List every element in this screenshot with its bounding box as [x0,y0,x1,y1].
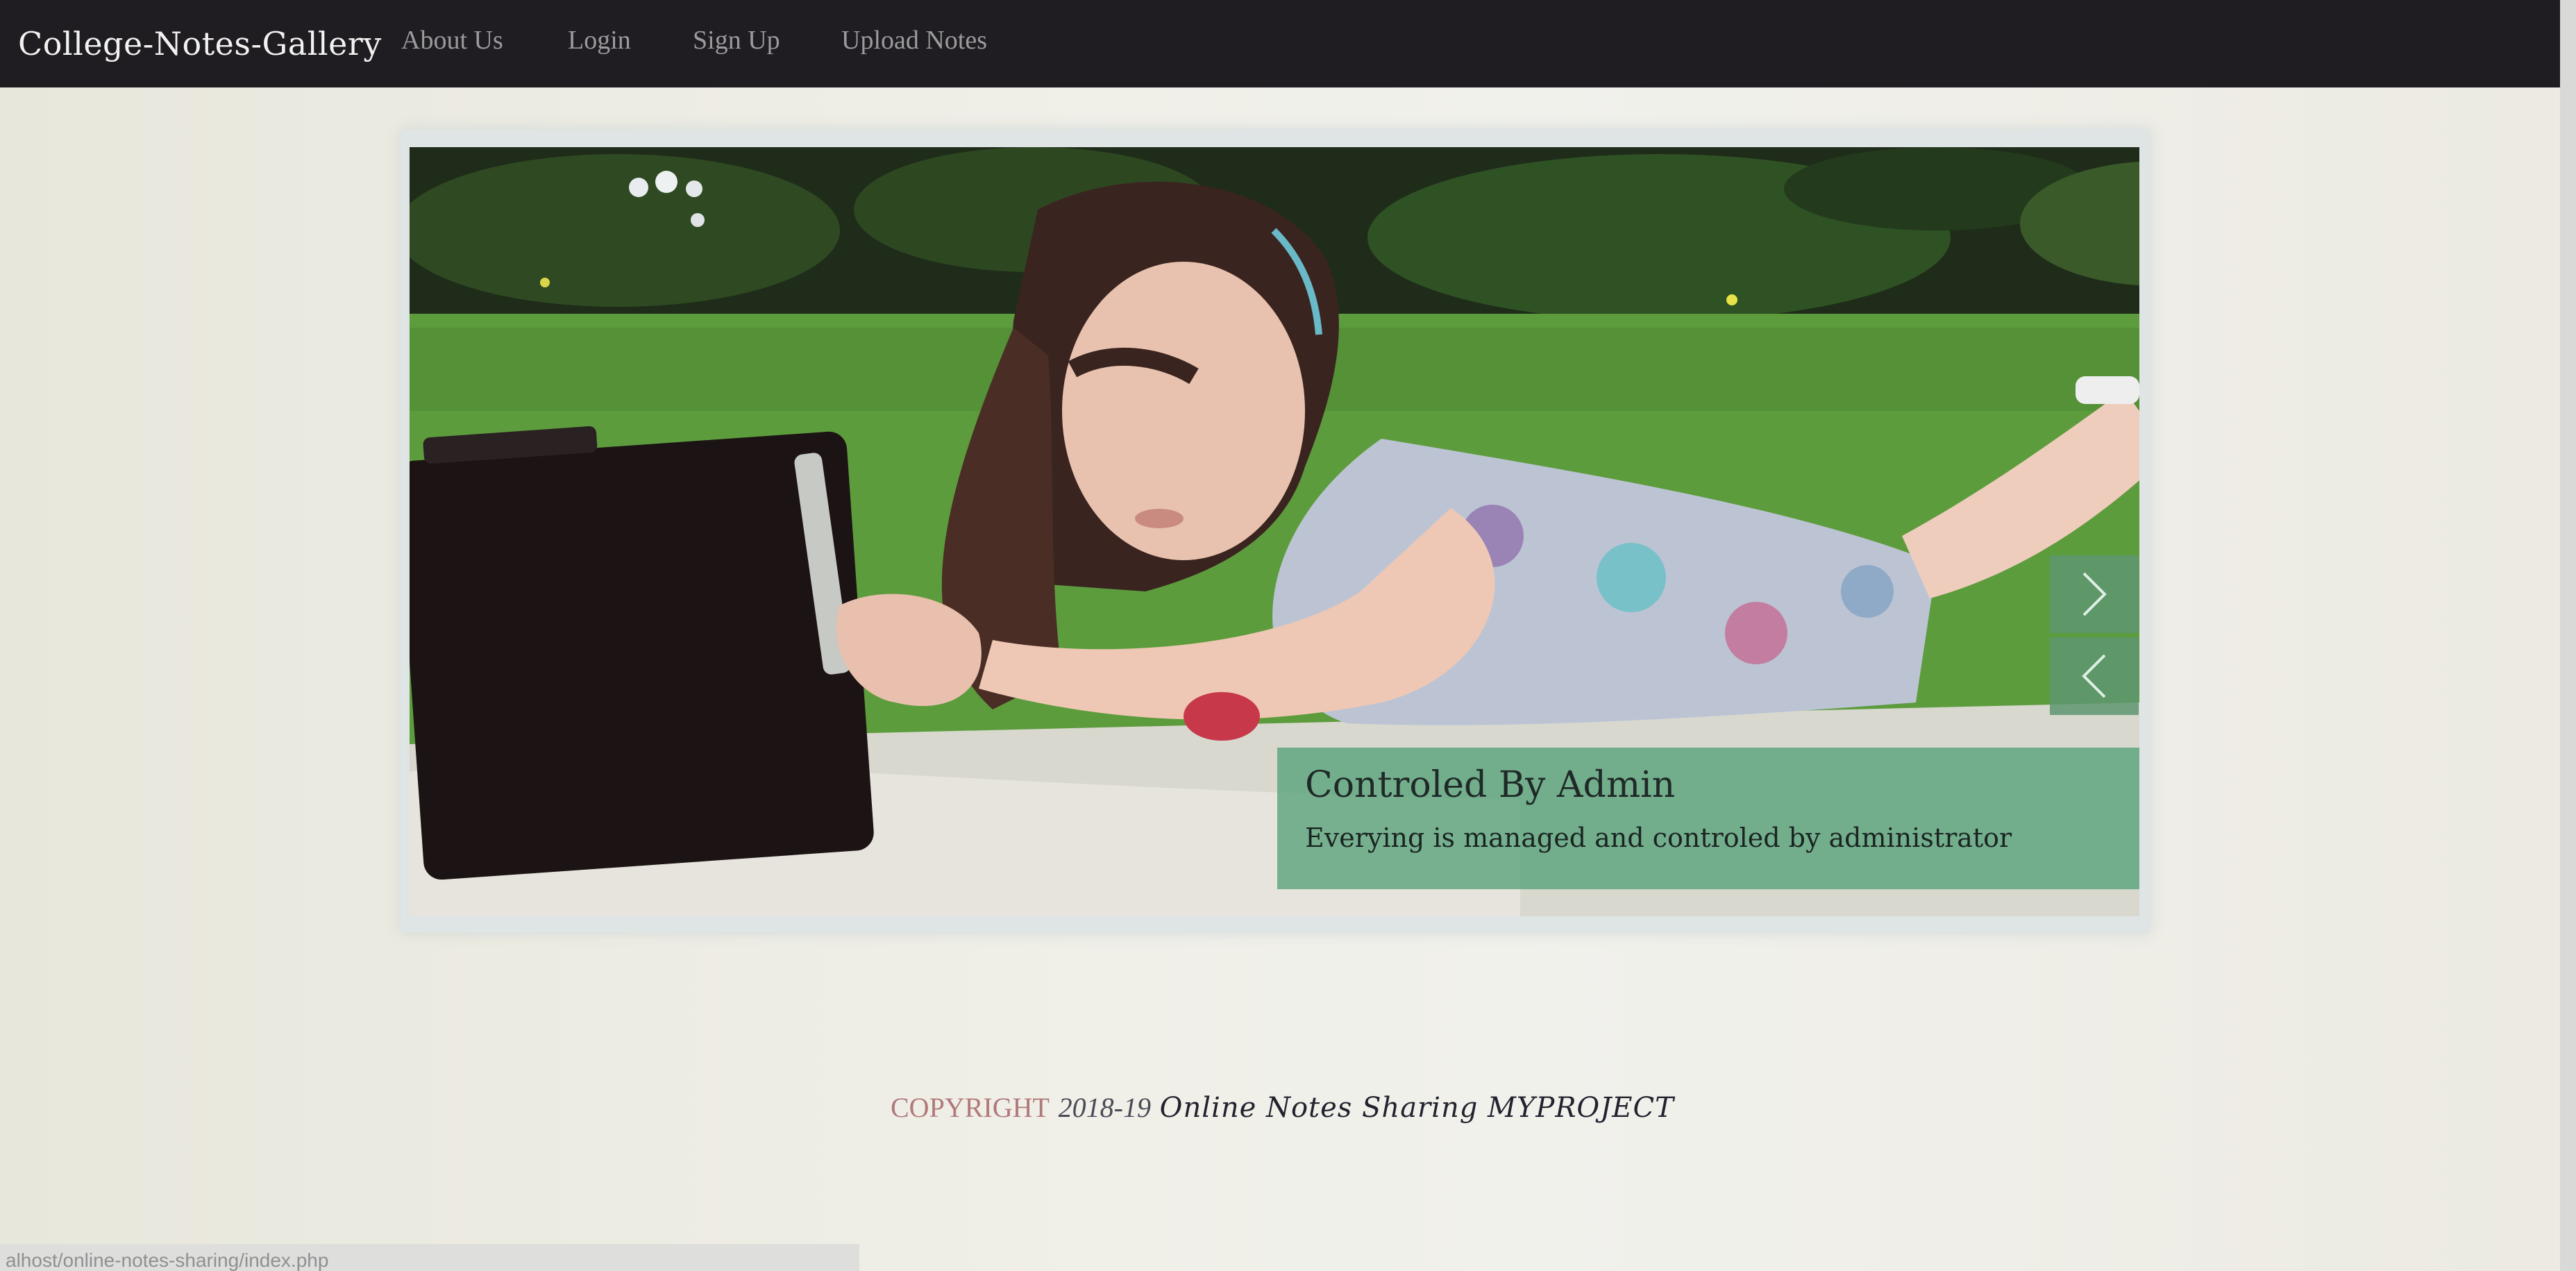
brand-link[interactable]: College-Notes-Gallery [18,25,382,62]
chevron-left-icon [2082,654,2106,698]
caption-title: Controled By Admin [1305,764,1676,806]
nav-link-sign-up[interactable]: Sign Up [693,25,780,56]
copyright-years: 2018-19 [1058,1092,1151,1123]
slide-caption: Controled By Admin Everying is managed a… [1277,748,2139,889]
caption-text: Everying is managed and controled by adm… [1305,823,2012,853]
slider-prev-button[interactable] [2050,637,2139,715]
browser-status-bar: alhost/online-notes-sharing/index.php [0,1244,859,1271]
copyright-label: COPYRIGHT [891,1092,1050,1123]
nav-link-about-us[interactable]: About Us [401,25,503,56]
nav-link-login[interactable]: Login [568,25,631,56]
nav-link-upload-notes[interactable]: Upload Notes [841,25,987,56]
top-navbar: College-Notes-Gallery About Us Login Sig… [0,0,2560,87]
chevron-right-icon [2082,572,2107,616]
window-edge [2560,0,2576,1271]
slider-next-button[interactable] [2050,555,2139,633]
footer-copyright: COPYRIGHT 2018-19 Online Notes Sharing M… [891,1091,1674,1124]
project-name: Online Notes Sharing MYPROJECT [1159,1092,1674,1124]
